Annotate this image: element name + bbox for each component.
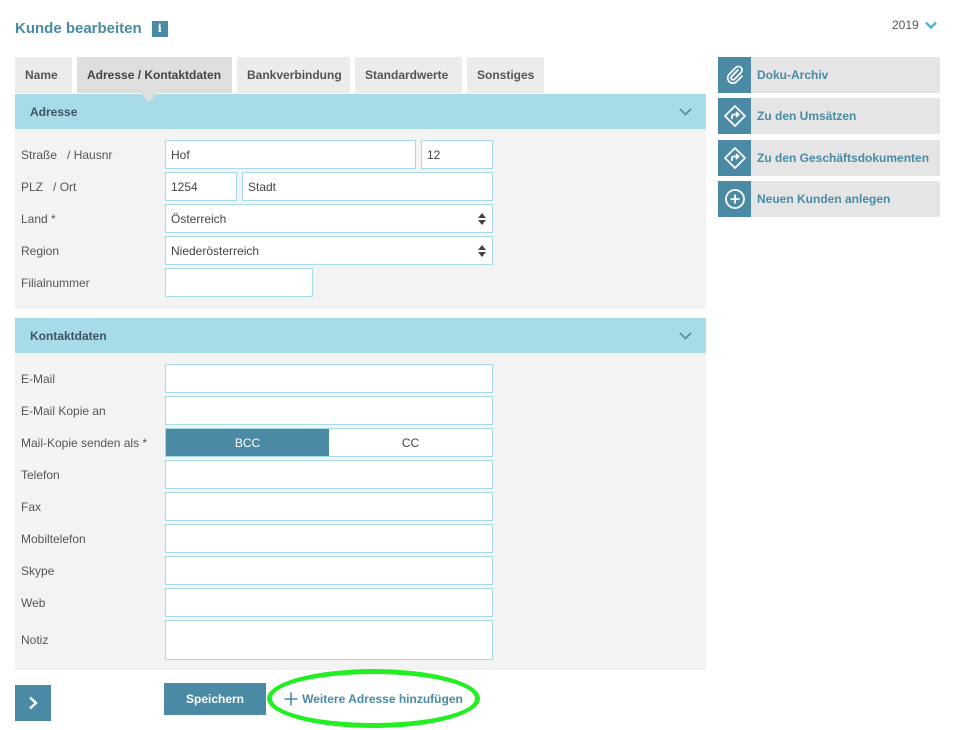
tab-misc[interactable]: Sonstiges [467, 57, 544, 93]
city-input[interactable]: Stadt [242, 172, 493, 201]
zip-input[interactable]: 1254 [165, 172, 237, 201]
paperclip-icon [726, 65, 743, 84]
chevron-right-icon [29, 696, 38, 710]
house-number-input[interactable]: 12 [421, 140, 493, 169]
page-title: Kunde bearbeiten i [15, 20, 168, 37]
year-selector[interactable]: 2019 [892, 18, 937, 32]
chevron-down-icon[interactable] [679, 105, 692, 118]
street-input[interactable]: Hof [165, 140, 416, 169]
email-copy-input[interactable] [165, 396, 493, 425]
tab-defaults[interactable]: Standardwerte [355, 57, 462, 93]
branch-label: Filialnummer [21, 276, 90, 290]
chevron-down-icon [924, 21, 937, 30]
to-business-docs-button[interactable]: Zu den Geschäftsdokumenten [718, 140, 940, 176]
plus-circle-icon [724, 189, 745, 209]
email-label: E-Mail [21, 372, 56, 386]
to-sales-button[interactable]: Zu den Umsätzen [718, 98, 940, 134]
contact-section-header[interactable]: Kontaktdaten [15, 318, 706, 353]
web-input[interactable] [165, 588, 493, 617]
country-label: Land * [21, 212, 56, 226]
skype-label: Skype [21, 564, 55, 578]
plus-icon [284, 692, 298, 705]
page-title-text: Kunde bearbeiten [15, 20, 142, 37]
phone-label: Telefon [21, 468, 60, 482]
sort-arrows-icon [478, 212, 486, 225]
doc-archive-label: Doku-Archiv [757, 68, 829, 82]
to-business-docs-label: Zu den Geschäftsdokumenten [757, 151, 930, 165]
fax-input[interactable] [165, 492, 493, 521]
mobile-input[interactable] [165, 524, 493, 553]
email-input[interactable] [165, 364, 493, 393]
chevron-down-icon[interactable] [679, 329, 692, 342]
new-customer-button[interactable]: Neuen Kunden anlegen [718, 181, 940, 217]
phone-input[interactable] [165, 460, 493, 489]
region-label: Region [21, 244, 60, 258]
info-icon[interactable]: i [151, 20, 168, 37]
to-sales-label: Zu den Umsätzen [757, 109, 857, 123]
country-select[interactable]: Österreich [165, 204, 493, 233]
active-tab-pointer [140, 93, 158, 102]
add-address-link[interactable]: Weitere Adresse hinzufügen [267, 669, 480, 728]
note-label: Notiz [21, 633, 49, 647]
mobile-label: Mobiltelefon [21, 532, 86, 546]
street-label: Straße / Hausnr [21, 148, 113, 162]
add-address-label: Weitere Adresse hinzufügen [302, 691, 463, 706]
tab-bar: Name Adresse / Kontaktdaten Bankverbindu… [15, 57, 549, 93]
doc-archive-button[interactable]: Doku-Archiv [718, 57, 940, 93]
note-textarea[interactable] [165, 620, 493, 660]
tab-bank[interactable]: Bankverbindung [237, 57, 350, 93]
tab-name[interactable]: Name [15, 57, 72, 93]
save-button[interactable]: Speichern [164, 683, 266, 715]
country-value: Österreich [171, 211, 227, 226]
web-label: Web [21, 596, 46, 610]
year-value: 2019 [892, 18, 919, 32]
mail-copy-mode-toggle: BCC CC [165, 428, 493, 457]
tab-address-contact[interactable]: Adresse / Kontaktdaten [77, 57, 232, 93]
email-copy-label: E-Mail Kopie an [21, 404, 106, 418]
skype-input[interactable] [165, 556, 493, 585]
mode-bcc-button[interactable]: BCC [166, 429, 329, 456]
mode-cc-button[interactable]: CC [329, 429, 492, 456]
fax-label: Fax [21, 500, 42, 514]
sort-arrows-icon [478, 244, 486, 257]
new-customer-label: Neuen Kunden anlegen [757, 192, 891, 206]
turn-right-icon [723, 105, 746, 127]
address-section-title: Adresse [30, 104, 78, 119]
region-select[interactable]: Niederösterreich [165, 236, 493, 265]
next-button[interactable] [15, 685, 51, 721]
contact-section-title: Kontaktdaten [30, 328, 107, 343]
mail-copy-mode-label: Mail-Kopie senden als * [21, 436, 148, 450]
zip-label: PLZ / Ort [21, 180, 77, 194]
address-section-header[interactable]: Adresse [15, 94, 706, 129]
branch-number-input[interactable] [165, 268, 313, 297]
turn-right-icon [723, 147, 746, 169]
region-value: Niederösterreich [171, 243, 260, 258]
